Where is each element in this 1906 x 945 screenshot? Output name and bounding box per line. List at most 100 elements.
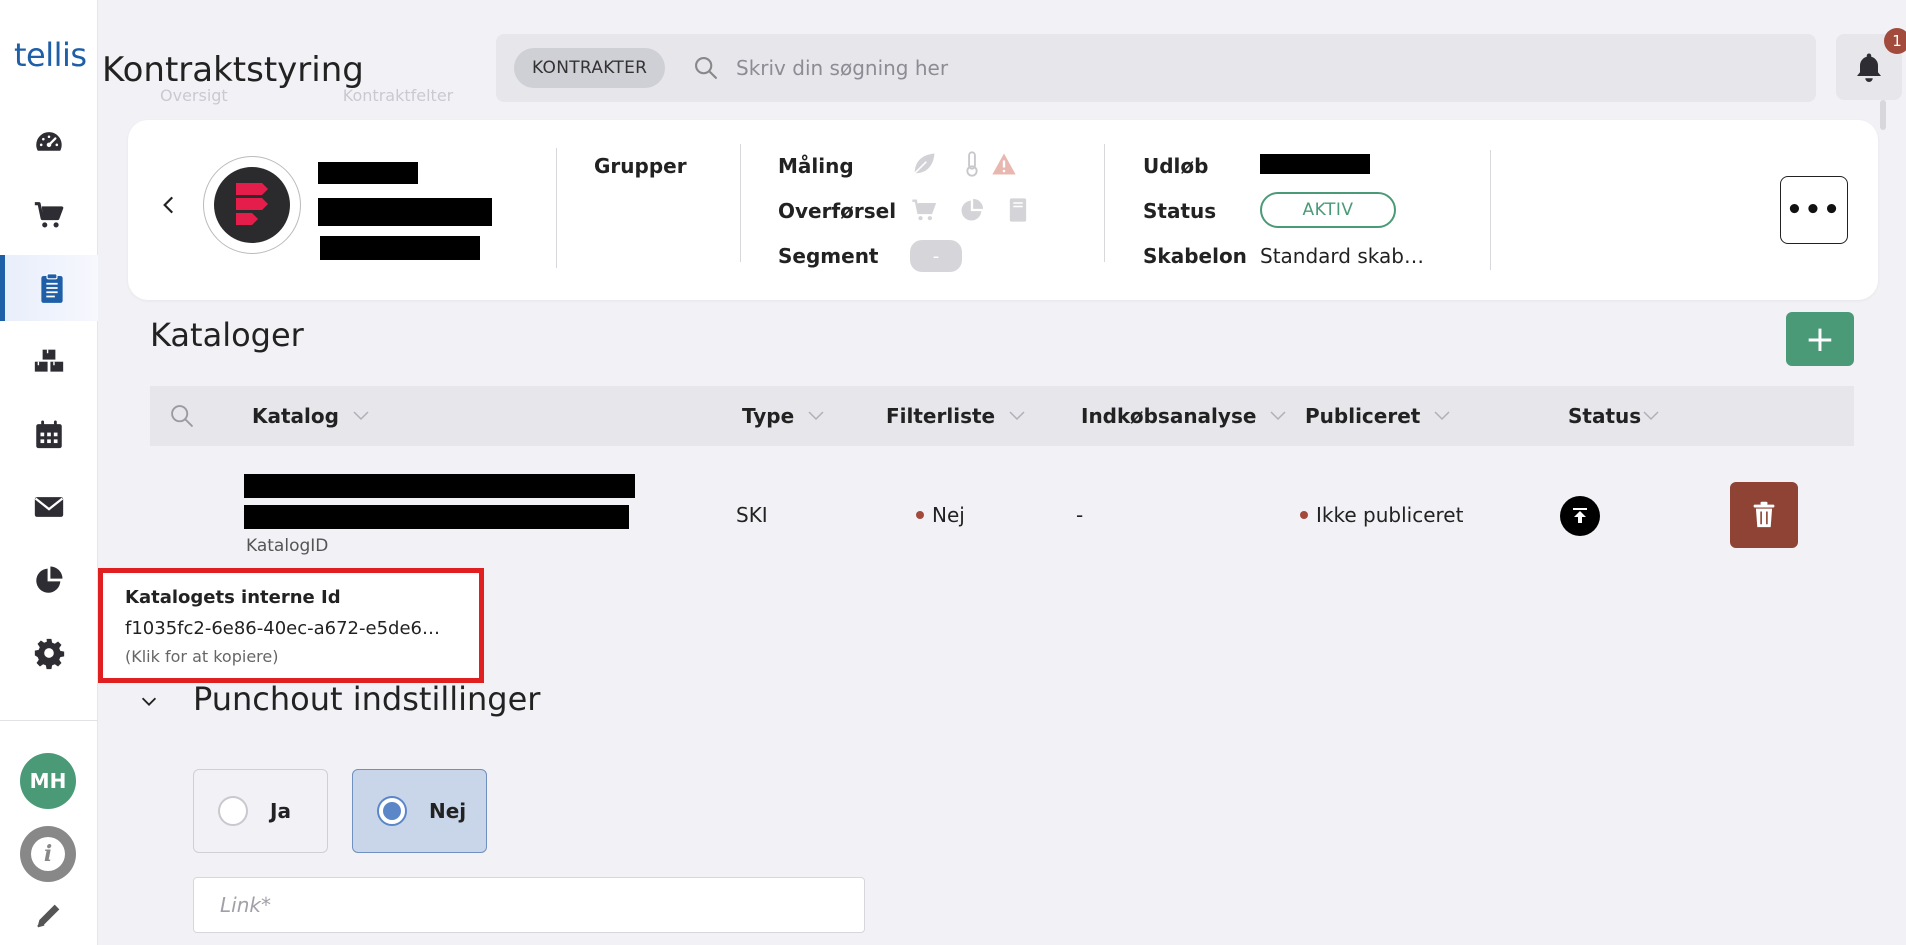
book-icon xyxy=(1009,198,1027,222)
info-button[interactable]: i xyxy=(20,826,76,882)
trash-icon xyxy=(1753,501,1775,528)
tab-overview[interactable]: Oversigt xyxy=(160,86,228,105)
sidebar-item-calendar[interactable] xyxy=(0,401,98,467)
global-search: KONTRAKTER xyxy=(496,34,1816,102)
more-options-button[interactable]: ••• xyxy=(1780,176,1848,244)
gear-icon xyxy=(34,638,65,670)
bell-icon xyxy=(1857,53,1881,82)
cart-icon xyxy=(34,202,64,228)
redacted-supplier xyxy=(320,236,480,260)
speedometer-icon xyxy=(36,132,62,151)
sidebar-item-reports[interactable] xyxy=(0,547,98,613)
pie-chart-icon xyxy=(961,198,984,221)
sidebar-item-contracts[interactable] xyxy=(0,255,98,321)
column-header-status[interactable]: Status xyxy=(1568,404,1659,428)
segment-value-pill: - xyxy=(910,240,962,272)
calendar-icon xyxy=(36,420,62,449)
skabelon-value: Standard skab… xyxy=(1260,244,1424,268)
column-header-type[interactable]: Type xyxy=(742,404,824,428)
redacted-catalog-name xyxy=(244,474,635,498)
sidebar-item-settings[interactable] xyxy=(0,620,98,686)
column-header-publiceret[interactable]: Publiceret xyxy=(1305,404,1450,428)
skabelon-label: Skabelon xyxy=(1143,244,1247,268)
leaf-icon xyxy=(914,153,935,174)
add-catalog-button[interactable]: + xyxy=(1786,312,1854,366)
status-dot xyxy=(1300,510,1308,519)
tooltip-title: Katalogets interne Id xyxy=(125,587,341,608)
redacted-contract-name xyxy=(318,162,418,184)
catalog-indkobsanalyse: - xyxy=(1076,503,1084,527)
user-avatar[interactable]: MH xyxy=(20,753,76,809)
redacted-contract-number xyxy=(318,198,492,226)
chevron-down-icon xyxy=(1434,411,1450,421)
notification-count-badge: 1 xyxy=(1884,28,1906,54)
catalog-id-tooltip[interactable]: Katalogets interne Id f1035fc2-6e86-40ec… xyxy=(98,568,484,683)
column-header-katalog[interactable]: Katalog xyxy=(252,404,369,428)
sidebar-divider xyxy=(0,720,98,721)
supplier-brand-icon xyxy=(236,183,268,225)
status-label: Status xyxy=(1143,199,1217,223)
card-divider xyxy=(556,148,557,268)
groups-label: Grupper xyxy=(594,154,687,178)
maaling-label: Måling xyxy=(778,154,854,178)
boxes-icon xyxy=(34,349,64,372)
thermometer-icon xyxy=(966,151,978,177)
punchout-option-no[interactable]: Nej xyxy=(352,769,487,853)
search-icon[interactable] xyxy=(168,402,196,430)
segment-label: Segment xyxy=(778,244,879,268)
contract-summary-card: Grupper Måling Overførsel Segment - Udlø… xyxy=(128,120,1878,300)
search-input[interactable] xyxy=(736,48,1796,88)
search-scope-chip[interactable]: KONTRAKTER xyxy=(514,48,666,88)
supplier-logo xyxy=(203,156,301,254)
overfoersel-label: Overførsel xyxy=(778,199,897,223)
publish-button[interactable] xyxy=(1560,496,1600,536)
punchout-option-yes[interactable]: Ja xyxy=(193,769,328,853)
card-divider xyxy=(1490,150,1491,270)
punchout-link-input[interactable] xyxy=(193,877,865,933)
chevron-down-icon xyxy=(1009,411,1025,421)
clipboard-icon xyxy=(40,273,63,303)
column-header-filterliste[interactable]: Filterliste xyxy=(886,404,1025,428)
udloeb-label: Udløb xyxy=(1143,154,1209,178)
radio-label: Ja xyxy=(270,799,291,823)
mail-icon xyxy=(34,497,64,517)
catalog-publiceret: Ikke publiceret xyxy=(1300,503,1463,527)
status-dot xyxy=(916,510,924,519)
punchout-title: Punchout indstillinger xyxy=(193,680,541,718)
card-divider xyxy=(1104,144,1105,262)
radio-button[interactable] xyxy=(218,796,248,826)
chevron-down-icon xyxy=(1643,411,1659,421)
pencil-icon[interactable] xyxy=(32,898,66,932)
tooltip-catalog-id[interactable]: f1035fc2-6e86-40ec-a672-e5de6… xyxy=(125,618,455,639)
catalog-filterliste: Nej xyxy=(916,503,965,527)
sidebar-item-mail[interactable] xyxy=(0,474,98,540)
catalogs-title: Kataloger xyxy=(150,316,304,354)
redacted-catalog-name xyxy=(244,505,629,529)
chevron-down-icon xyxy=(1270,411,1286,421)
search-icon xyxy=(695,57,717,79)
radio-button[interactable] xyxy=(377,796,407,826)
sidebar-item-dashboard[interactable] xyxy=(0,109,98,175)
warning-icon xyxy=(992,153,1016,175)
tab-contract-fields[interactable]: Kontraktfelter xyxy=(343,86,453,105)
column-header-indkobsanalyse[interactable]: Indkøbsanalyse xyxy=(1081,404,1286,428)
card-divider xyxy=(740,144,741,262)
redacted-expiry-date xyxy=(1260,154,1370,174)
status-badge: AKTIV xyxy=(1260,192,1396,228)
pie-chart-icon xyxy=(36,566,63,593)
catalog-id-link[interactable]: KatalogID xyxy=(246,536,328,556)
scrollbar[interactable] xyxy=(1880,100,1886,130)
chevron-down-icon xyxy=(353,411,369,421)
info-icon: i xyxy=(31,837,65,871)
sidebar-item-products[interactable] xyxy=(0,328,98,394)
sidebar-item-cart[interactable] xyxy=(0,182,98,248)
upload-arrow-icon xyxy=(1573,508,1587,523)
catalogs-table-header: Katalog Type Filterliste Indkøbsanalyse … xyxy=(150,386,1854,446)
delete-catalog-button[interactable] xyxy=(1730,482,1798,548)
chevron-left-icon[interactable] xyxy=(156,190,182,220)
chevron-down-icon xyxy=(808,411,824,421)
sidebar: tellis MH i xyxy=(0,0,98,945)
tellis-logo[interactable]: tellis xyxy=(14,36,87,74)
tooltip-copy-hint: (Klik for at kopiere) xyxy=(125,647,279,666)
chevron-down-icon[interactable] xyxy=(138,690,160,712)
